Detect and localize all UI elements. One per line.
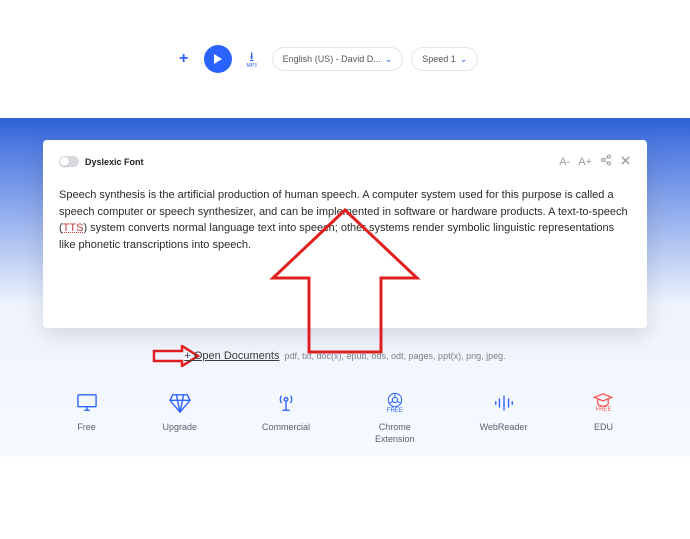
- open-documents-extensions: pdf, txt, doc(x), epub, ods, odt, pages,…: [284, 351, 505, 361]
- broadcast-icon: [275, 392, 297, 414]
- download-icon: ⭳: [249, 50, 254, 63]
- font-decrease-button[interactable]: A-: [559, 156, 570, 168]
- dyslexic-font-label: Dyslexic Font: [85, 157, 144, 167]
- share-icon[interactable]: [600, 154, 612, 169]
- speech-text[interactable]: Speech synthesis is the artificial produ…: [59, 187, 631, 253]
- soundwave-icon: [493, 392, 515, 414]
- feature-webreader-label: WebReader: [480, 422, 528, 434]
- feature-upgrade-label: Upgrade: [163, 422, 198, 434]
- feature-chrome-extension[interactable]: FREE Chrome Extension: [375, 392, 415, 445]
- voice-selector[interactable]: English (US) - David D... ⌄: [272, 47, 404, 71]
- close-icon[interactable]: [620, 155, 631, 169]
- feature-free-label: Free: [77, 422, 96, 434]
- play-button[interactable]: [204, 45, 232, 73]
- open-documents-link[interactable]: + Open Documents: [184, 350, 279, 362]
- feature-edu[interactable]: FREE EDU: [592, 392, 614, 445]
- font-increase-button[interactable]: A+: [578, 156, 592, 168]
- feature-commercial[interactable]: Commercial: [262, 392, 310, 445]
- diamond-icon: [169, 392, 191, 414]
- play-icon: [213, 53, 223, 65]
- text-card: Dyslexic Font A- A+ Speech synthesis is …: [43, 140, 647, 328]
- edu-free-badge: FREE: [595, 407, 611, 413]
- chrome-free-badge: FREE: [387, 408, 403, 414]
- footer-whitespace: [0, 457, 690, 539]
- tts-link[interactable]: TTS: [63, 222, 84, 234]
- add-button[interactable]: +: [172, 47, 196, 71]
- speed-selector[interactable]: Speed 1 ⌄: [411, 47, 478, 71]
- feature-commercial-label: Commercial: [262, 422, 310, 434]
- feature-upgrade[interactable]: Upgrade: [163, 392, 198, 445]
- dyslexic-font-toggle[interactable]: [59, 156, 79, 167]
- feature-edu-label: EDU: [594, 422, 613, 434]
- download-mp3-button[interactable]: ⭳ MP3: [240, 47, 264, 71]
- feature-chrome-label: Chrome Extension: [375, 422, 415, 445]
- voice-label: English (US) - David D...: [283, 54, 381, 64]
- body-text-after: ) system converts normal language text i…: [59, 222, 614, 251]
- chevron-down-icon: ⌄: [460, 54, 468, 65]
- speed-label: Speed 1: [422, 54, 456, 64]
- feature-webreader[interactable]: WebReader: [480, 392, 528, 445]
- mp3-label: MP3: [247, 63, 257, 69]
- feature-free[interactable]: Free: [76, 392, 98, 445]
- feature-icons-row: Free Upgrade Commercial FREE Chrome Exte…: [43, 392, 647, 445]
- chrome-icon: FREE: [385, 392, 405, 414]
- chevron-down-icon: ⌄: [385, 54, 393, 65]
- graduation-icon: FREE: [592, 392, 614, 414]
- monitor-icon: [76, 392, 98, 414]
